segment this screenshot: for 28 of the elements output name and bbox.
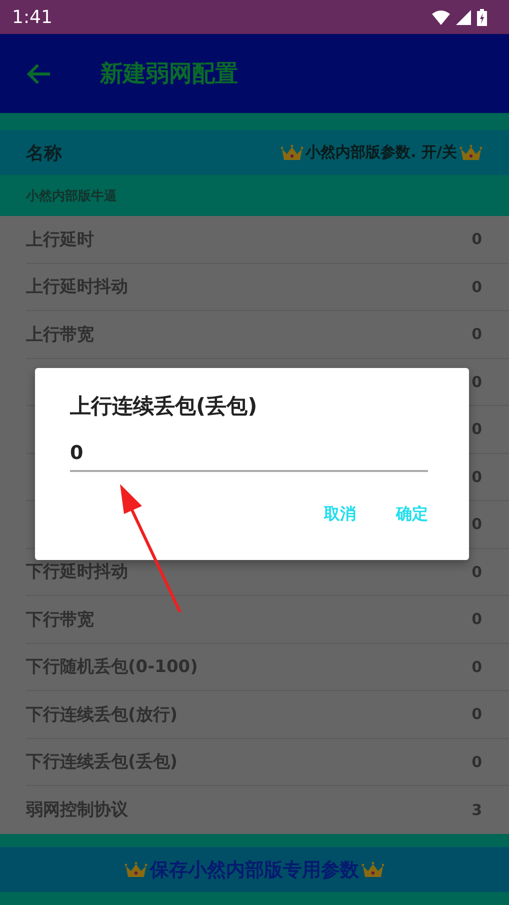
setting-value: 0 (472, 610, 482, 628)
crown-icon (124, 860, 148, 878)
screen-title: 新建弱网配置 (100, 60, 238, 89)
dialog-button[interactable]: 确定 (396, 500, 428, 529)
signal-icon (456, 10, 471, 24)
setting-value: 0 (472, 325, 482, 344)
input-field[interactable]: 0 (70, 440, 428, 472)
setting-value: 0 (472, 562, 482, 581)
dialog-button[interactable]: 取消 (324, 500, 356, 529)
setting-value: 0 (472, 420, 482, 438)
toggle-text[interactable]: 小然内部版参数. 开/关 (306, 143, 457, 162)
setting-value: 0 (472, 372, 482, 391)
crown-icon (361, 860, 385, 878)
wifi-icon (432, 10, 450, 24)
setting-value: 0 (472, 278, 482, 296)
status-time: 1:41 (12, 6, 52, 28)
setting-value: 0 (472, 705, 482, 724)
battery-icon (477, 8, 487, 26)
setting-value: 0 (472, 752, 482, 771)
name-label: 名称 (26, 142, 62, 164)
dialog-title: 上行连续丢包(丢包) (70, 393, 258, 420)
back-arrow-icon[interactable] (26, 62, 52, 84)
setting-value: 0 (472, 468, 482, 486)
setting-value: 0 (472, 515, 482, 534)
crown-icon (459, 144, 483, 162)
setting-value: 0 (472, 658, 482, 676)
setting-value: 0 (472, 230, 482, 248)
crown-icon (280, 144, 304, 162)
